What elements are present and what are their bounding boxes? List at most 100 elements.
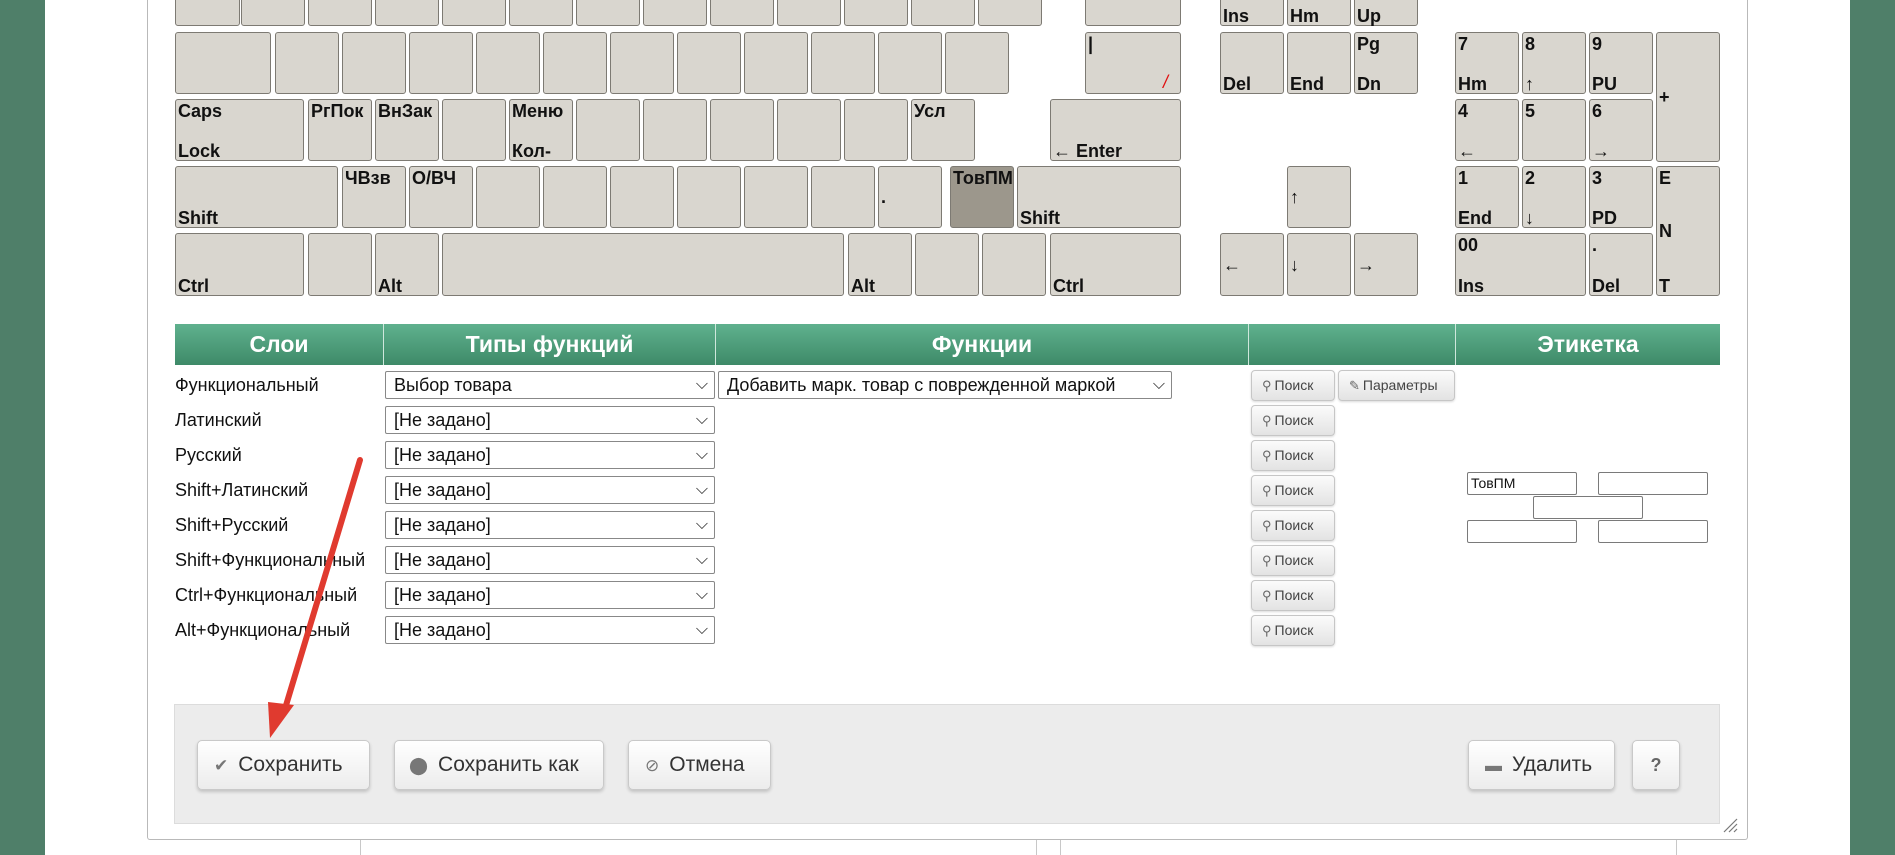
key-q[interactable] [275, 32, 339, 94]
label-field-center[interactable] [1533, 496, 1643, 519]
key-up[interactable]: ↑ [1287, 166, 1351, 228]
search-button[interactable]: ⚲ Поиск [1251, 370, 1335, 401]
key-f[interactable]: Меню Кол- [509, 99, 573, 161]
function-type-select[interactable]: [Не задано] ⌵ [385, 616, 715, 644]
key-t[interactable] [543, 32, 607, 94]
key-numdel[interactable]: . Del [1589, 233, 1653, 296]
label-field-top-left[interactable]: ТовПМ [1467, 472, 1577, 495]
key-l[interactable] [844, 99, 908, 161]
key-lalt[interactable]: Alt [375, 233, 439, 296]
search-button[interactable]: ⚲ Поиск [1251, 440, 1335, 471]
key-9[interactable]: 9 [777, 0, 841, 26]
resize-grip-icon[interactable] [1722, 817, 1738, 833]
key-pgup[interactable]: Up [1354, 0, 1418, 26]
key-ins[interactable]: Ins [1220, 0, 1284, 26]
key-5[interactable]: 5 [509, 0, 573, 26]
key-ralt[interactable]: Alt [848, 233, 912, 296]
key-menu[interactable] [982, 233, 1046, 296]
key-1[interactable]: 1 [241, 0, 305, 26]
key-b[interactable] [610, 166, 674, 228]
function-select[interactable]: Добавить марк. товар с поврежденной марк… [718, 371, 1172, 399]
key-7[interactable]: 7 [643, 0, 707, 26]
key-lbracket[interactable] [945, 32, 1009, 94]
key-8[interactable]: 8 [710, 0, 774, 26]
key-slash[interactable]: ТовПМ [950, 166, 1014, 228]
key-y[interactable] [610, 32, 674, 94]
key-down[interactable]: ↓ [1287, 233, 1351, 296]
key-r[interactable] [476, 32, 540, 94]
function-type-select[interactable]: [Не задано] ⌵ [385, 441, 715, 469]
key-capslock[interactable]: Caps Lock [175, 99, 304, 161]
search-button[interactable]: ⚲ Поиск [1251, 615, 1335, 646]
key-s[interactable]: ВнЗак [375, 99, 439, 161]
key-m[interactable] [744, 166, 808, 228]
key-num4[interactable]: 4 ← [1455, 99, 1519, 161]
key-2[interactable]: 2 [308, 0, 372, 26]
delete-button[interactable]: ▬ Удалить [1468, 740, 1615, 790]
key-v[interactable] [543, 166, 607, 228]
key-z[interactable]: ЧВзв [342, 166, 406, 228]
key-rshift[interactable]: Shift [1017, 166, 1181, 228]
key-0[interactable]: 0 [844, 0, 908, 26]
search-button[interactable]: ⚲ Поиск [1251, 510, 1335, 541]
key-e[interactable] [409, 32, 473, 94]
key-num0[interactable]: 00 Ins [1455, 233, 1586, 296]
key-o[interactable] [811, 32, 875, 94]
key-a[interactable]: РгПок [308, 99, 372, 161]
key-p[interactable] [878, 32, 942, 94]
key-c[interactable] [476, 166, 540, 228]
key-4[interactable]: 4 [442, 0, 506, 26]
key-numenter[interactable]: E N T [1656, 166, 1720, 296]
function-type-select[interactable]: [Не задано] ⌵ [385, 511, 715, 539]
key-d[interactable] [442, 99, 506, 161]
key-num8[interactable]: 8 ↑ [1522, 32, 1586, 94]
key-space[interactable] [442, 233, 844, 296]
key-h[interactable] [643, 99, 707, 161]
key-x[interactable]: О/ВЧ [409, 166, 473, 228]
key-tab[interactable] [175, 32, 271, 94]
key-rwin[interactable] [915, 233, 979, 296]
key-semicolon[interactable]: Усл [911, 99, 975, 161]
label-field-top-right[interactable] [1598, 472, 1708, 495]
key-rctrl[interactable]: Ctrl [1050, 233, 1181, 296]
function-type-select[interactable]: Выбор товара ⌵ [385, 371, 715, 399]
key-left[interactable]: ← [1220, 233, 1284, 296]
key-right[interactable]: → [1354, 233, 1418, 296]
key-lwin[interactable] [308, 233, 372, 296]
key-k[interactable] [777, 99, 841, 161]
key-num3[interactable]: 3 PD [1589, 166, 1653, 228]
key-num9[interactable]: 9 PU [1589, 32, 1653, 94]
key-backspace[interactable] [1085, 0, 1181, 26]
help-button[interactable]: ? [1632, 740, 1680, 790]
key-num2[interactable]: 2 ↓ [1522, 166, 1586, 228]
key-num6[interactable]: 6 → [1589, 99, 1653, 161]
search-button[interactable]: ⚲ Поиск [1251, 475, 1335, 506]
key-3[interactable]: 3 [375, 0, 439, 26]
key-j[interactable] [710, 99, 774, 161]
key-n[interactable] [677, 166, 741, 228]
parameters-button[interactable]: ✎ Параметры [1338, 370, 1455, 401]
save-button[interactable]: ✔ Сохранить [197, 740, 370, 790]
key-yo[interactable]: `Ё [175, 0, 240, 26]
search-button[interactable]: ⚲ Поиск [1251, 580, 1335, 611]
key-backslash[interactable]: | / [1085, 32, 1181, 94]
key-comma[interactable] [811, 166, 875, 228]
key-lctrl[interactable]: Ctrl [175, 233, 304, 296]
key-num1[interactable]: 1 End [1455, 166, 1519, 228]
function-type-select[interactable]: [Не задано] ⌵ [385, 581, 715, 609]
key-equals[interactable]: = [978, 0, 1042, 26]
save-as-button[interactable]: ⬤ Сохранить как [394, 740, 604, 790]
function-type-select[interactable]: [Не задано] ⌵ [385, 476, 715, 504]
key-home[interactable]: Hm [1287, 0, 1351, 26]
label-field-bottom-left[interactable] [1467, 520, 1577, 543]
key-num7[interactable]: 7 Hm [1455, 32, 1519, 94]
key-minus[interactable]: _ [911, 0, 975, 26]
key-lshift[interactable]: Shift [175, 166, 338, 228]
key-enter[interactable]: ← Enter [1050, 99, 1181, 161]
key-end[interactable]: End [1287, 32, 1351, 94]
key-w[interactable] [342, 32, 406, 94]
key-i[interactable] [744, 32, 808, 94]
function-type-select[interactable]: [Не задано] ⌵ [385, 546, 715, 574]
key-numplus[interactable]: + [1656, 32, 1720, 162]
search-button[interactable]: ⚲ Поиск [1251, 405, 1335, 436]
